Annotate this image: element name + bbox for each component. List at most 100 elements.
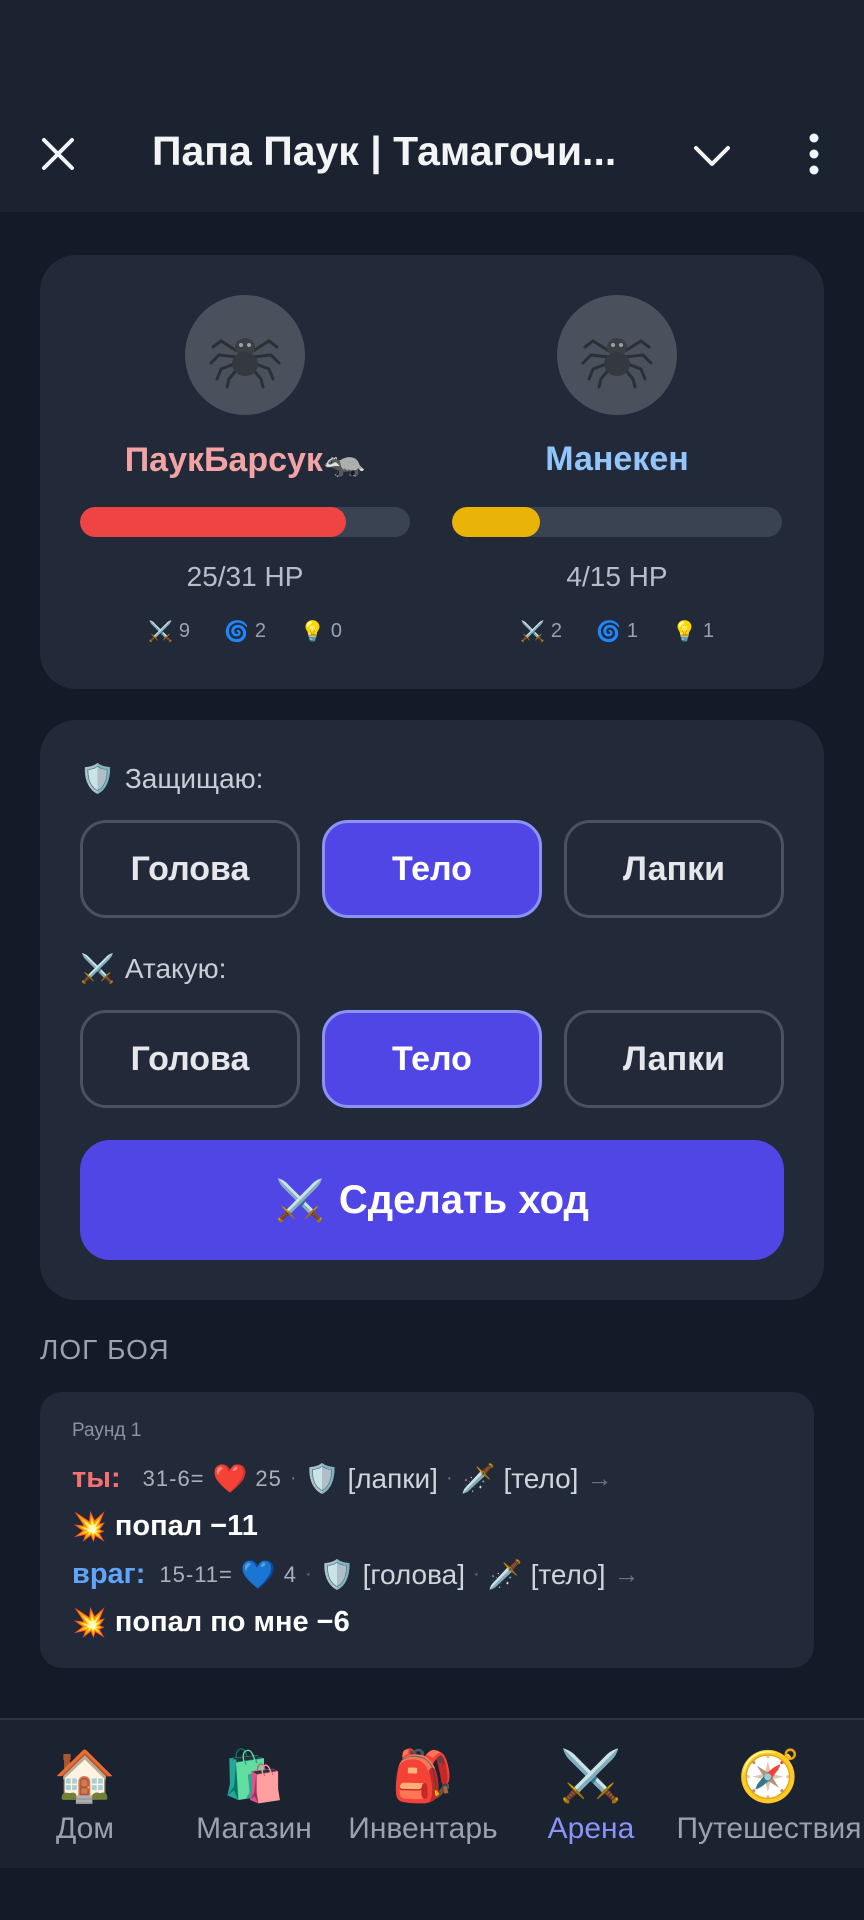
log-you-label: ты: xyxy=(72,1462,121,1494)
log-enemy-calc: 15-11= xyxy=(159,1561,233,1587)
player-stats: ⚔️ 9 🌀 2 💡 0 xyxy=(80,619,410,643)
log-enemy-defend: [голова] xyxy=(362,1558,466,1590)
battle-log: Раунд 1 ты: 31-6= ❤️ 25 · 🛡️ [лапки] · 🗡… xyxy=(40,1392,814,1668)
log-line-enemy: враг: 15-11= 💙 4 · 🛡️ [голова] · 🗡️ [тел… xyxy=(72,1558,640,1591)
attack-body-button[interactable]: Тело xyxy=(322,1010,542,1108)
enemy-panel: Манекен 4/15 HP ⚔️ 2 🌀 1 💡 1 xyxy=(452,255,782,689)
enemy-agility-stat: 🌀 1 xyxy=(596,619,638,643)
battle-log-title: ЛОГ БОЯ xyxy=(40,1334,170,1365)
compass-icon: 🧭 xyxy=(737,1747,801,1805)
defend-legs-button[interactable]: Лапки xyxy=(564,820,784,918)
lightbulb-icon: 💡 xyxy=(672,619,697,643)
crossed-swords-icon: ⚔️ xyxy=(80,952,115,985)
shield-icon: 🛡️ xyxy=(80,762,115,795)
separator-dot: · xyxy=(289,1467,297,1489)
enemy-stats: ⚔️ 2 🌀 1 💡 1 xyxy=(452,619,782,643)
separator-dot: · xyxy=(473,1563,480,1585)
shield-icon: 🛡️ xyxy=(304,1462,340,1495)
cyclone-icon: 🌀 xyxy=(223,619,249,643)
log-line-you: ты: 31-6= ❤️ 25 · 🛡️ [лапки] · 🗡️ [тело]… xyxy=(72,1462,612,1495)
nav-item-shop[interactable]: 🛍️ Магазин xyxy=(170,1720,338,1870)
log-you-attack: [тело] xyxy=(503,1462,579,1494)
app-header: Папа Паук | Тамагочи... xyxy=(0,96,864,212)
enemy-name: Манекен xyxy=(545,440,689,478)
enemy-intellect-value: 1 xyxy=(702,619,715,642)
log-you-hp: 25 xyxy=(255,1465,282,1491)
arrow-right-icon: → xyxy=(586,1463,613,1493)
log-you-defend: [лапки] xyxy=(347,1462,438,1494)
log-enemy-label: враг: xyxy=(72,1558,146,1590)
heart-icon: ❤️ xyxy=(212,1462,248,1495)
enemy-agility-value: 1 xyxy=(626,619,639,642)
nav-label-inventory: Инвентарь xyxy=(348,1812,498,1845)
log-enemy-result: попал по мне −6 xyxy=(114,1606,350,1638)
page-title: Папа Паук | Тамагочи... xyxy=(152,128,617,174)
player-panel: ПаукБарсук🦡 25/31 HP ⚔️ 9 🌀 2 💡 0 xyxy=(80,255,410,689)
log-result-enemy: 💥 попал по мне −6 xyxy=(72,1606,350,1639)
separator-dot: · xyxy=(445,1467,453,1489)
crossed-swords-icon: ⚔️ xyxy=(559,1747,623,1805)
collision-icon: 💥 xyxy=(72,1510,107,1543)
nav-label-home: Дом xyxy=(56,1812,114,1845)
nav-label-travel: Путешествия xyxy=(676,1812,862,1845)
player-avatar xyxy=(185,295,305,415)
status-bar xyxy=(0,0,864,96)
nav-item-inventory[interactable]: 🎒 Инвентарь xyxy=(338,1720,508,1870)
arrow-right-icon: → xyxy=(613,1559,640,1589)
nav-item-travel[interactable]: 🧭 Путешествия xyxy=(674,1720,864,1870)
log-result-you: 💥 попал −11 xyxy=(72,1510,258,1543)
enemy-avatar xyxy=(557,295,677,415)
spider-icon xyxy=(581,338,653,389)
defend-head-button[interactable]: Голова xyxy=(80,820,300,918)
defend-section-label: 🛡️ Защищаю: xyxy=(80,762,263,795)
player-intellect-stat: 💡 0 xyxy=(300,619,342,643)
crossed-swords-icon: ⚔️ xyxy=(275,1177,325,1224)
player-agility-stat: 🌀 2 xyxy=(224,619,266,643)
log-you-result: попал −11 xyxy=(114,1510,258,1542)
nav-item-arena[interactable]: ⚔️ Арена xyxy=(508,1720,674,1870)
nav-label-arena: Арена xyxy=(547,1812,635,1845)
blue-heart-icon: 💙 xyxy=(240,1558,276,1591)
enemy-attack-stat: ⚔️ 2 xyxy=(520,619,562,643)
player-hp-fill xyxy=(80,507,346,537)
enemy-attack-value: 2 xyxy=(550,619,562,642)
shopping-bags-icon: 🛍️ xyxy=(222,1747,286,1805)
player-hp-bar xyxy=(80,507,410,537)
more-menu-icon[interactable] xyxy=(800,130,828,178)
crossed-swords-icon: ⚔️ xyxy=(147,619,173,643)
cyclone-icon: 🌀 xyxy=(595,619,621,643)
crossed-swords-icon: ⚔️ xyxy=(519,619,545,643)
player-hp-text: 25/31 HP xyxy=(186,561,304,592)
backpack-icon: 🎒 xyxy=(391,1747,455,1805)
attack-legs-button[interactable]: Лапки xyxy=(564,1010,784,1108)
defend-label-text: Защищаю: xyxy=(124,762,264,794)
bottom-nav: 🏠 Дом 🛍️ Магазин 🎒 Инвентарь ⚔️ Арена 🧭 … xyxy=(0,1718,864,1868)
chevron-down-icon[interactable] xyxy=(692,136,732,176)
gesture-bar xyxy=(0,1868,864,1920)
attack-head-button[interactable]: Голова xyxy=(80,1010,300,1108)
close-icon[interactable] xyxy=(38,134,78,174)
separator-dot: · xyxy=(305,1563,312,1585)
player-intellect-value: 0 xyxy=(330,619,343,642)
log-you-calc: 31-6= xyxy=(142,1465,205,1491)
house-icon: 🏠 xyxy=(53,1747,117,1805)
make-move-label: Сделать ход xyxy=(338,1177,589,1222)
player-attack-stat: ⚔️ 9 xyxy=(148,619,190,643)
player-name: ПаукБарсук🦡 xyxy=(124,441,366,479)
attack-section-label: ⚔️ Атакую: xyxy=(80,952,226,985)
player-agility-value: 2 xyxy=(254,619,267,642)
player-attack-value: 9 xyxy=(178,619,190,642)
log-enemy-hp: 4 xyxy=(283,1561,298,1587)
attack-label-text: Атакую: xyxy=(124,952,227,984)
log-enemy-attack: [тело] xyxy=(530,1558,606,1590)
shield-icon: 🛡️ xyxy=(319,1558,355,1591)
collision-icon: 💥 xyxy=(72,1606,107,1639)
enemy-hp-fill xyxy=(452,507,541,537)
nav-item-home[interactable]: 🏠 Дом xyxy=(0,1720,170,1870)
make-move-button[interactable]: ⚔️ Сделать ход xyxy=(80,1140,784,1260)
dagger-icon: 🗡️ xyxy=(487,1558,523,1591)
players-card: ПаукБарсук🦡 25/31 HP ⚔️ 9 🌀 2 💡 0 Манекен xyxy=(40,255,824,689)
enemy-intellect-stat: 💡 1 xyxy=(672,619,714,643)
defend-body-button[interactable]: Тело xyxy=(322,820,542,918)
enemy-hp-bar xyxy=(452,507,782,537)
